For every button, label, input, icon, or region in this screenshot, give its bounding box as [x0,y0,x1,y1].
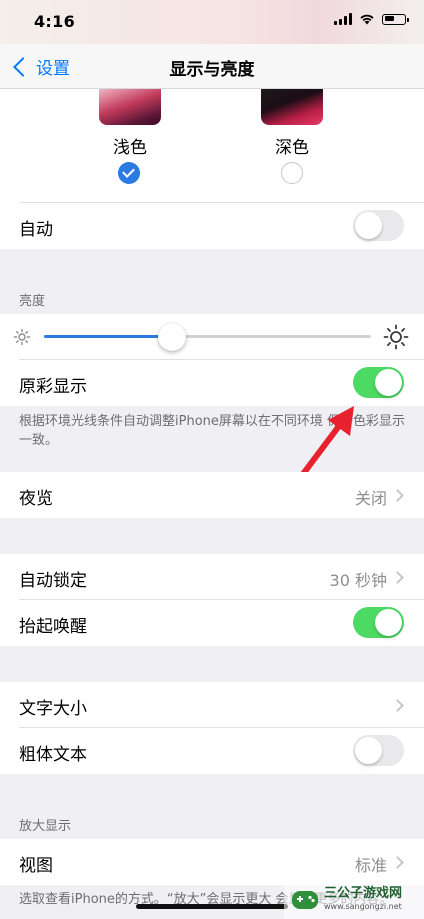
dark-mode-radio[interactable] [281,162,303,184]
chevron-right-icon [391,571,404,584]
wifi-icon [360,14,374,25]
dark-mode-preview[interactable] [261,89,323,125]
night-shift-value: 关闭 [354,489,387,508]
battery-level [384,16,395,21]
toggle-knob [375,609,402,636]
night-shift-label: 夜览 [19,489,53,509]
display-zoom-view-row[interactable]: 视图 标准 [0,839,424,885]
status-time: 4:16 [34,12,75,31]
brightness-slider-thumb[interactable] [157,323,186,351]
true-tone-label: 原彩显示 [19,377,87,397]
chevron-right-icon [391,489,404,502]
watermark: 三公子游戏网 www.sangongzi.net [284,880,424,919]
auto-appearance-row: 自动 [0,203,424,249]
raise-to-wake-row: 抬起唤醒 [0,600,424,646]
home-indicator[interactable] [136,904,288,909]
auto-lock-value: 30 秒钟 [329,571,387,590]
brightness-row [0,314,424,360]
sun-large-icon [383,324,409,350]
status-bar: 4:16 [0,0,424,44]
watermark-title: 三公子游戏网 [324,885,403,901]
toggle-knob [355,737,382,764]
sun-small-icon [13,328,31,346]
status-icons [334,13,409,25]
battery-icon [382,13,409,25]
text-size-row[interactable]: 文字大小 [0,682,424,728]
display-zoom-header: 放大显示 [19,819,72,834]
light-mode-label: 浅色 [113,138,147,158]
chevron-right-icon [391,699,404,712]
dark-mode-label: 深色 [275,138,309,158]
brightness-header: 亮度 [19,294,46,309]
watermark-url: www.sangongzi.net [324,901,402,911]
light-mode-preview[interactable] [99,89,161,125]
auto-toggle[interactable] [353,210,404,241]
bold-text-row: 粗体文本 [0,728,424,774]
auto-label: 自动 [19,220,53,240]
chevron-right-icon [391,856,404,869]
text-size-label: 文字大小 [19,699,87,719]
raise-to-wake-label: 抬起唤醒 [19,617,87,637]
auto-lock-label: 自动锁定 [19,571,87,591]
watermark-logo-icon [292,890,318,909]
navigation-bar: 设置 显示与亮度 [0,44,424,89]
toggle-knob [375,369,402,396]
bold-text-toggle[interactable] [353,735,404,766]
night-shift-row[interactable]: 夜览 关闭 [0,472,424,518]
bold-text-label: 粗体文本 [19,745,87,765]
auto-lock-row[interactable]: 自动锁定 30 秒钟 [0,554,424,600]
page-title: 显示与亮度 [169,60,255,80]
raise-to-wake-toggle[interactable] [353,607,404,638]
light-mode-radio[interactable] [118,162,140,184]
view-label: 视图 [19,856,53,876]
toggle-knob [355,212,382,239]
true-tone-toggle[interactable] [353,367,404,398]
view-value: 标准 [354,856,387,875]
appearance-section: 浅色 深色 [0,89,424,203]
brightness-slider[interactable] [44,323,371,351]
true-tone-row: 原彩显示 [0,360,424,406]
cellular-signal-icon [334,13,352,25]
brightness-slider-fill [44,335,172,338]
